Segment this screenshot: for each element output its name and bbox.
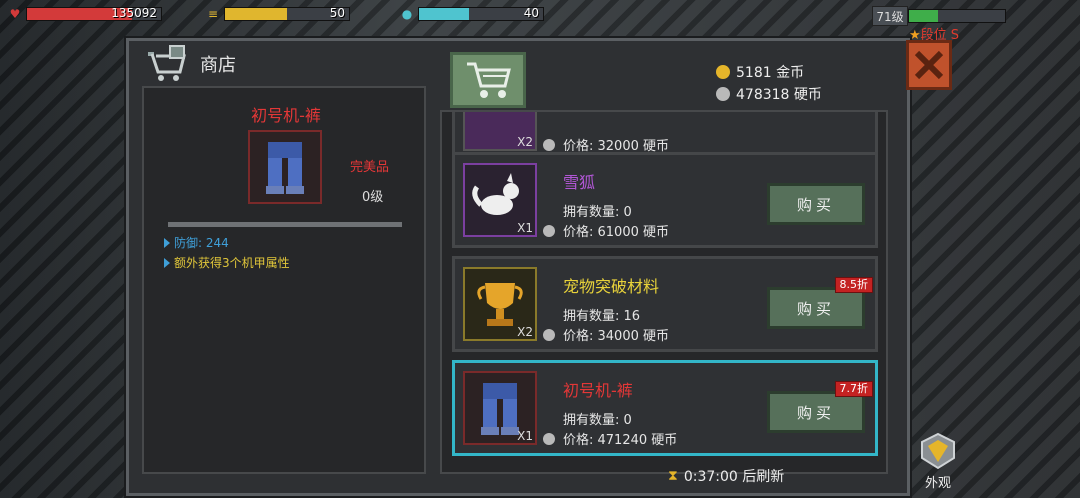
shop-item-list[interactable]: X2 价格: 32000 硬币 X1 雪狐 拥有数量: 0 价格: 61000 … xyxy=(440,110,888,474)
cart-icon xyxy=(467,62,511,98)
shop-header: 商店 xyxy=(144,44,236,84)
item-name: 宠物突破材料 xyxy=(563,277,660,296)
snow-fox-icon: X1 xyxy=(463,163,537,237)
water-bar: ● 40 xyxy=(400,6,544,22)
item-name: 初号机-裤 xyxy=(563,381,633,400)
refresh-timer: ⧗ 0:37:00 后刷新 xyxy=(668,468,785,485)
item-quality: 完美品 xyxy=(350,160,390,175)
item-owned: 拥有数量: 0 xyxy=(563,205,632,220)
tab-shop[interactable] xyxy=(450,52,526,108)
water-drop-icon: ● xyxy=(401,7,413,21)
detail-item-name: 初号机-裤 xyxy=(251,106,321,125)
item-owned: 拥有数量: 16 xyxy=(563,309,641,324)
close-icon xyxy=(914,50,944,80)
shop-item[interactable]: X2 宠物突破材料 拥有数量: 16 价格: 34000 硬币 购买 8.5折 xyxy=(452,256,878,352)
heart-icon: ♥ xyxy=(9,7,21,21)
mech-pants-icon: X1 xyxy=(463,371,537,445)
water-value: 40 xyxy=(523,6,539,20)
energy-bar: ≡ 50 xyxy=(206,6,350,22)
stat-defense: 防御: 244 xyxy=(164,234,229,251)
item-price: 价格: 34000 硬币 xyxy=(543,325,669,344)
trophy-icon: X2 xyxy=(463,267,537,341)
silver-coin-icon xyxy=(543,432,555,445)
buy-button[interactable]: 购买 xyxy=(767,391,865,433)
item-price: 价格: 61000 硬币 xyxy=(543,221,669,240)
shop-title: 商店 xyxy=(200,55,236,76)
item-name: 雪狐 xyxy=(563,173,596,192)
mech-pants-icon xyxy=(248,130,322,204)
player-level: 71级 xyxy=(872,6,908,26)
buy-button[interactable]: 购买 xyxy=(767,183,865,225)
item-level: 0级 xyxy=(362,190,384,205)
bullet-icon xyxy=(164,237,170,248)
energy-icon: ≡ xyxy=(207,7,219,21)
hourglass-icon: ⧗ xyxy=(668,468,678,484)
buy-button[interactable]: 购买 xyxy=(767,287,865,329)
item-price: 价格: 471240 硬币 xyxy=(543,429,677,448)
discount-badge: 8.5折 xyxy=(834,277,873,293)
item-thumbnail: X2 xyxy=(463,112,537,151)
shop-item[interactable]: X1 雪狐 拥有数量: 0 价格: 61000 硬币 购买 xyxy=(452,152,878,248)
item-owned: 拥有数量: 0 xyxy=(563,413,632,428)
gold-balance: 5181 金币 xyxy=(716,62,804,82)
item-detail-panel: 初号机-裤 完美品 0级 防御: 244 额外获得3个机甲属性 xyxy=(142,86,426,474)
gold-coin-icon xyxy=(716,65,730,79)
hp-value: 135092 xyxy=(111,6,157,20)
bullet-icon xyxy=(164,257,170,268)
silver-coin-icon xyxy=(716,87,730,101)
appearance-button[interactable]: 外观 xyxy=(916,432,960,491)
discount-badge: 7.7折 xyxy=(834,381,873,397)
silver-balance: 478318 硬币 xyxy=(716,84,822,104)
shop-cart-icon xyxy=(148,45,186,81)
energy-value: 50 xyxy=(329,6,345,20)
silver-coin-icon xyxy=(543,224,555,237)
silver-coin-icon xyxy=(543,328,555,341)
divider xyxy=(168,222,402,227)
appearance-icon xyxy=(921,432,955,470)
xp-bar xyxy=(908,9,1006,23)
hp-bar: ♥ 135092 xyxy=(8,6,162,22)
close-button[interactable] xyxy=(906,40,952,90)
silver-coin-icon xyxy=(543,138,555,151)
shop-item-selected[interactable]: X1 初号机-裤 拥有数量: 0 价格: 471240 硬币 购买 7.7折 xyxy=(452,360,878,456)
stat-bonus: 额外获得3个机甲属性 xyxy=(164,254,290,271)
